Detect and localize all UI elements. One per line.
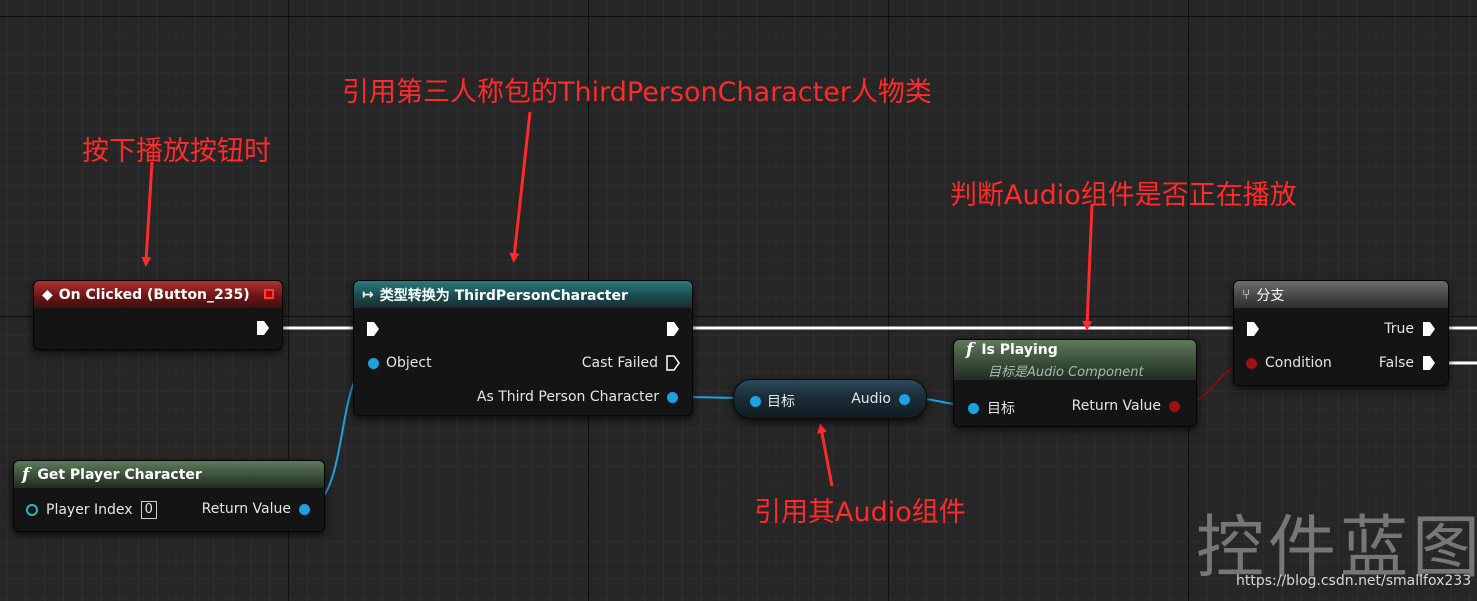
get-player-character-node[interactable]: f Get Player Character Player Index 0 Re… [13,460,325,532]
annotation-is-playing: 判断Audio组件是否正在播放 [950,180,1297,211]
delegate-square-icon[interactable] [264,289,274,299]
audio-getter-audio-pin[interactable]: Audio [851,391,910,407]
cast-arrows-icon: ↦ [362,286,374,303]
is-playing-title: Is Playing [981,342,1058,358]
branch-node[interactable]: ⑂ 分支 True Condition False [1233,280,1449,386]
annotation-arrow-isplaying [1082,204,1094,331]
object-pin-icon [299,503,310,515]
audio-getter-node[interactable]: 目标 Audio [733,379,927,419]
cast-node[interactable]: ↦ 类型转换为 ThirdPersonCharacter Object Cast… [353,280,693,416]
on-clicked-node[interactable]: ◆ On Clicked (Button_235) [33,280,283,350]
cast-exec-in[interactable] [366,321,380,337]
bool-pin-icon [1169,400,1180,412]
int-pin-icon [26,504,38,516]
branch-icon: ⑂ [1242,286,1251,303]
function-f-icon: f [966,340,974,360]
player-index-input[interactable]: 0 [140,501,157,519]
audio-getter-target-pin[interactable]: 目标 [750,391,795,411]
branch-title: 分支 [1256,287,1285,304]
on-clicked-title: On Clicked (Button_235) [58,286,250,303]
bool-pin-icon [1246,357,1257,369]
cast-object-pin[interactable]: Object [368,355,432,371]
branch-condition-pin[interactable]: Condition [1246,355,1332,371]
cast-as-pin[interactable]: As Third Person Character [477,389,678,405]
branch-true-pin[interactable]: True [1384,321,1436,337]
exec-in-icon [1247,322,1259,336]
source-url: https://blog.csdn.net/smallfox233 [1236,573,1472,589]
cast-title: 类型转换为 ThirdPersonCharacter [379,287,628,304]
annotation-cast-ref: 引用第三人称包的ThirdPersonCharacter人物类 [342,77,932,108]
annotation-arrow-audio [817,423,834,487]
object-pin-icon [899,393,910,405]
get-player-return-pin[interactable]: Return Value [202,501,310,517]
exec-in-icon [367,322,379,336]
event-diamond-icon: ◆ [42,286,53,303]
is-playing-subtitle: 目标是Audio Component [988,365,1144,380]
branch-false-pin[interactable]: False [1379,355,1436,371]
object-pin-icon [368,357,379,369]
annotation-audio-ref: 引用其Audio组件 [754,497,966,528]
object-pin-icon [750,395,761,407]
is-playing-return-pin[interactable]: Return Value [1072,398,1180,414]
cast-exec-out[interactable] [666,321,680,337]
annotation-arrow-play [141,161,154,267]
cast-failed-pin[interactable]: Cast Failed [582,355,680,371]
object-pin-icon [968,402,979,414]
is-playing-target-pin[interactable]: 目标 [968,398,1015,418]
function-f-icon: f [22,464,30,485]
exec-out-icon [257,321,269,335]
annotation-play-click: 按下播放按钮时 [82,136,271,167]
exec-out-icon [667,322,679,336]
exec-out-icon [1423,322,1435,336]
is-playing-node[interactable]: f Is Playing 目标是Audio Component 目标 Retur… [953,339,1197,427]
on-clicked-exec-out[interactable] [256,320,270,336]
exec-out-icon [1423,356,1435,370]
exec-out-hollow-icon [666,355,680,371]
branch-exec-in[interactable] [1246,321,1260,337]
annotation-arrow-cast [509,111,532,263]
object-pin-icon [667,391,678,403]
get-player-title: Get Player Character [37,466,202,483]
player-index-pin[interactable]: Player Index 0 [26,501,157,519]
